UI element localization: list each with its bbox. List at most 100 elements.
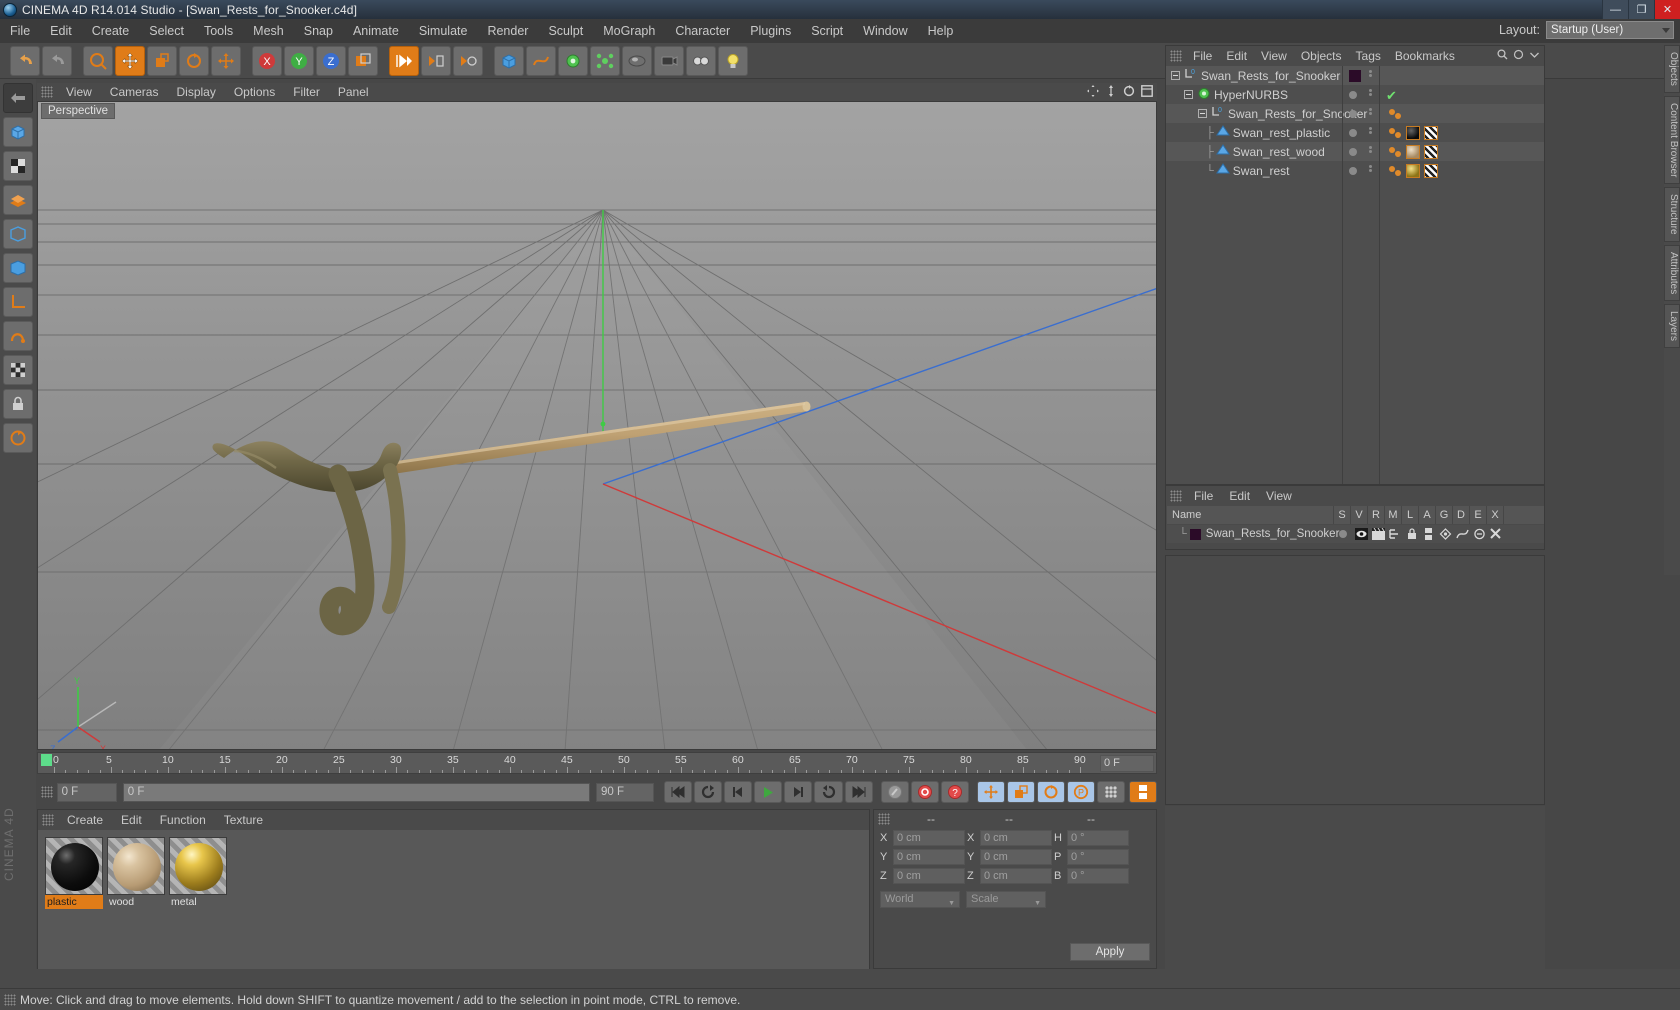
object-menu-tags[interactable]: Tags xyxy=(1349,49,1388,63)
material-preview-swatch[interactable] xyxy=(107,837,165,895)
object-enable-dot[interactable] xyxy=(1349,129,1357,137)
menu-item-file[interactable]: File xyxy=(0,19,40,43)
keyframe-help-button[interactable]: ? xyxy=(940,781,969,803)
step-back-button[interactable] xyxy=(724,781,753,803)
coord-field-rot-p[interactable]: 0 ° xyxy=(1067,849,1129,865)
coord-field-rot-h[interactable]: 0 ° xyxy=(1067,830,1129,846)
add-camera-button[interactable] xyxy=(654,45,684,76)
record-active-objects-button[interactable] xyxy=(880,781,909,803)
object-row-swan-rest-wood[interactable]: ├ Swan_rest_wood xyxy=(1166,142,1544,161)
lock-workplane-button[interactable] xyxy=(3,389,33,419)
object-visibility-dots[interactable] xyxy=(1369,165,1372,172)
object-name[interactable]: Swan_rest_plastic xyxy=(1233,126,1330,140)
go-to-start-button[interactable] xyxy=(664,781,693,803)
model-mode-button[interactable] xyxy=(3,117,33,147)
object-menu-edit[interactable]: Edit xyxy=(1219,49,1254,63)
object-row-swan-rests-root[interactable]: 0 Swan_Rests_for_Snooker xyxy=(1166,66,1544,85)
viewport-menu-panel[interactable]: Panel xyxy=(329,83,378,101)
uv-tag-icon[interactable] xyxy=(1424,126,1438,140)
menu-item-create[interactable]: Create xyxy=(82,19,140,43)
add-camera2-button[interactable] xyxy=(686,45,716,76)
render-clapper-icon[interactable] xyxy=(1372,527,1385,543)
material-item-wood[interactable]: wood xyxy=(107,837,165,962)
current-frame-field[interactable]: 0 F xyxy=(56,782,117,802)
add-cube-object-button[interactable] xyxy=(494,45,524,76)
menu-item-edit[interactable]: Edit xyxy=(40,19,82,43)
object-menu-bookmarks[interactable]: Bookmarks xyxy=(1388,49,1462,63)
menu-item-animate[interactable]: Animate xyxy=(343,19,409,43)
material-preview-swatch[interactable] xyxy=(169,837,227,895)
close-button[interactable]: ✕ xyxy=(1654,0,1680,19)
scale-tool-button[interactable] xyxy=(147,45,177,76)
object-visibility-dots[interactable] xyxy=(1369,127,1372,134)
chevron-down-icon[interactable] xyxy=(1529,49,1540,60)
eye-icon[interactable] xyxy=(1355,528,1368,543)
move-axis-button[interactable] xyxy=(211,45,241,76)
lock-z-axis-button[interactable]: Z xyxy=(316,45,346,76)
tab-structure[interactable]: Structure xyxy=(1664,187,1680,242)
expand-collapse-icon[interactable] xyxy=(1184,88,1193,102)
coordinate-space-dropdown[interactable]: World ▼ xyxy=(880,890,960,908)
material-item-plastic[interactable]: plastic xyxy=(45,837,103,962)
apply-button[interactable]: Apply xyxy=(1070,943,1150,961)
object-enable-dot[interactable] xyxy=(1349,91,1357,99)
selection-tag-icon[interactable] xyxy=(1388,108,1404,123)
go-to-end-button[interactable] xyxy=(844,781,873,803)
lock-x-axis-button[interactable]: X xyxy=(252,45,282,76)
coord-field-pos-z[interactable]: 0 cm xyxy=(893,868,965,884)
render-region-button[interactable] xyxy=(421,45,451,76)
enable-axis-button[interactable] xyxy=(3,355,33,385)
material-preview-swatch[interactable] xyxy=(45,837,103,895)
world-object-coordinates-button[interactable] xyxy=(348,45,378,76)
material-name-wood[interactable]: wood xyxy=(107,895,165,909)
material-menu-function[interactable]: Function xyxy=(151,813,215,827)
material-manager-grip-icon[interactable] xyxy=(42,813,54,826)
menu-item-snap[interactable]: Snap xyxy=(294,19,343,43)
points-mode-button[interactable] xyxy=(3,185,33,215)
object-menu-objects[interactable]: Objects xyxy=(1294,49,1349,63)
layer-menu-view[interactable]: View xyxy=(1258,489,1300,503)
undo-button[interactable] xyxy=(10,45,40,76)
coord-field-pos-x[interactable]: 0 cm xyxy=(893,830,965,846)
lock-y-axis-button[interactable]: Y xyxy=(284,45,314,76)
end-frame-field[interactable]: 90 F xyxy=(596,782,655,802)
material-menu-texture[interactable]: Texture xyxy=(215,813,272,827)
object-menu-file[interactable]: File xyxy=(1186,49,1219,63)
viewport-menu-filter[interactable]: Filter xyxy=(284,83,329,101)
object-visibility-dots[interactable] xyxy=(1369,146,1372,153)
add-scene-object-button[interactable] xyxy=(622,45,652,76)
add-light-button[interactable] xyxy=(718,45,748,76)
layer-color-swatch[interactable] xyxy=(1189,528,1201,540)
layer-manager-grip-icon[interactable] xyxy=(1170,489,1182,502)
object-enable-dot[interactable] xyxy=(1349,110,1357,118)
layer-menu-file[interactable]: File xyxy=(1186,489,1221,503)
timeline-settings-button[interactable] xyxy=(1128,781,1157,803)
animation-icon[interactable] xyxy=(1423,528,1434,543)
selection-tag-icon[interactable] xyxy=(1388,146,1404,161)
key-rotation-button[interactable] xyxy=(1036,781,1065,803)
viewport-menu-display[interactable]: Display xyxy=(167,83,224,101)
perspective-viewport[interactable]: Y X Z xyxy=(37,101,1157,750)
tab-content-browser[interactable]: Content Browser xyxy=(1664,95,1680,185)
object-enabled-check-icon[interactable]: ✔ xyxy=(1386,88,1397,104)
object-name[interactable]: Swan_rest_wood xyxy=(1233,145,1325,159)
add-deformer-button[interactable] xyxy=(590,45,620,76)
search-icon[interactable] xyxy=(1497,49,1508,60)
point-level-animation-button[interactable] xyxy=(1096,781,1125,803)
layer-solo-dot[interactable] xyxy=(1339,530,1347,538)
material-tag-wood-icon[interactable] xyxy=(1406,145,1420,159)
material-tag-plastic-icon[interactable] xyxy=(1406,126,1420,140)
play-reverse-loop-button[interactable] xyxy=(694,781,723,803)
menu-item-script[interactable]: Script xyxy=(801,19,853,43)
xref-icon[interactable] xyxy=(1489,527,1502,543)
coordinate-mode-dropdown[interactable]: Scale ▼ xyxy=(966,890,1046,908)
layout-dropdown[interactable]: Startup (User) xyxy=(1546,21,1674,39)
manager-icon[interactable] xyxy=(1389,528,1402,543)
timeline-ruler[interactable]: 0 5 10 15 20 25 30 35 40 45 50 55 60 65 … xyxy=(37,752,1157,774)
coord-field-size-x[interactable]: 0 cm xyxy=(980,830,1052,846)
object-row-swan-rest-plastic[interactable]: ├ Swan_rest_plastic xyxy=(1166,123,1544,142)
rotate-tool-button[interactable] xyxy=(179,45,209,76)
tab-layers[interactable]: Layers xyxy=(1664,304,1680,349)
redo-button[interactable] xyxy=(42,45,72,76)
step-forward-button[interactable] xyxy=(784,781,813,803)
